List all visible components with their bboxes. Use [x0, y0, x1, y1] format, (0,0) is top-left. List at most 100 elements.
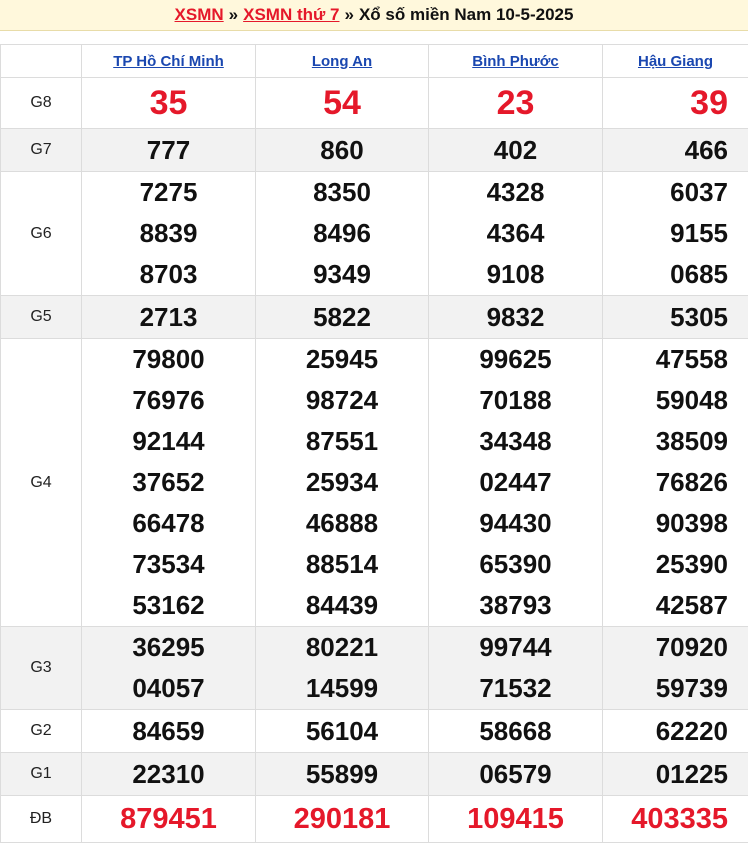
prize-cell: 47558 59048 38509 76826 90398 25390 42587: [602, 338, 748, 627]
prize-cell: 7275 8839 8703: [81, 171, 256, 296]
prize-cell: 35: [81, 77, 256, 129]
prize-number: 76976: [132, 385, 205, 415]
prize-number: 73534: [132, 549, 205, 579]
prize-number: 23: [496, 84, 535, 122]
header-corner-cell: [0, 44, 82, 78]
prize-cell: 70920 59739: [602, 626, 748, 710]
prize-number: 25945: [305, 344, 379, 374]
prize-cell: 39: [602, 77, 748, 129]
prize-row-g5: G5 2713 5822 9832 5305: [0, 295, 748, 339]
prize-number: 860: [320, 135, 364, 165]
xsmn-link[interactable]: XSMN: [175, 5, 224, 25]
prize-number: 290181: [293, 803, 391, 835]
prize-table-body: G8 35 54 23 39 G7 777 860 402 466 G6 7275 8839 8703 83…: [0, 77, 748, 843]
prize-number: 402: [493, 135, 538, 165]
prize-cell: 2713: [81, 295, 256, 339]
prize-number: 04057: [132, 673, 205, 703]
prize-number: 9349: [313, 259, 371, 289]
prize-cell: 62220: [602, 709, 748, 753]
prize-number: 109415: [467, 803, 564, 835]
prize-number: 4328: [486, 177, 545, 207]
prize-number: 98724: [305, 385, 379, 415]
prize-number: 62220: [655, 716, 728, 746]
prize-number: 9155: [670, 218, 728, 248]
prize-number: 79800: [132, 344, 205, 374]
prize-row-g1: G1 22310 55899 06579 01225: [0, 752, 748, 796]
prize-number: 39: [690, 84, 728, 122]
prize-number: 84659: [132, 716, 205, 746]
prize-number: 02447: [479, 467, 552, 497]
prize-number: 0685: [670, 259, 728, 289]
province-link-long-an[interactable]: Long An: [312, 53, 372, 70]
prize-number: 9108: [486, 259, 545, 289]
prize-cell: 36295 04057: [81, 626, 256, 710]
prize-cell: 4328 4364 9108: [428, 171, 603, 296]
prize-number: 06579: [479, 759, 552, 789]
prize-number: 70920: [655, 632, 728, 662]
prize-number: 9832: [486, 302, 545, 332]
prize-number: 54: [323, 84, 361, 122]
prize-number: 38793: [479, 590, 552, 620]
province-header-row: TP Hồ Chí Minh Long An Bình Phước Hậu Gi…: [0, 44, 748, 78]
prize-number: 25390: [655, 549, 728, 579]
prize-number: 25934: [305, 467, 379, 497]
prize-cell: 25945 98724 87551 25934 46888 88514 84439: [255, 338, 429, 627]
prize-cell: 290181: [255, 795, 429, 843]
prize-number: 38509: [655, 426, 728, 456]
prize-number: 99744: [479, 632, 552, 662]
prize-cell: 879451: [81, 795, 256, 843]
prize-number: 7275: [139, 177, 198, 207]
prize-label: G4: [0, 338, 82, 627]
prize-cell: 54: [255, 77, 429, 129]
prize-number: 47558: [655, 344, 728, 374]
province-link-hcm[interactable]: TP Hồ Chí Minh: [113, 53, 224, 70]
breadcrumb-separator: »: [228, 5, 239, 24]
prize-number: 90398: [655, 508, 728, 538]
province-header: TP Hồ Chí Minh: [81, 44, 256, 78]
prize-cell: 01225: [602, 752, 748, 796]
prize-number: 8839: [139, 218, 198, 248]
province-header: Hậu Giang: [602, 44, 748, 78]
prize-number: 56104: [305, 716, 379, 746]
prize-cell: 22310: [81, 752, 256, 796]
prize-number: 92144: [132, 426, 205, 456]
prize-label: G1: [0, 752, 82, 796]
prize-cell: 23: [428, 77, 603, 129]
prize-row-g8: G8 35 54 23 39: [0, 77, 748, 129]
prize-number: 6037: [670, 177, 728, 207]
prize-number: 70188: [479, 385, 552, 415]
prize-label: G3: [0, 626, 82, 710]
prize-label: ĐB: [0, 795, 82, 843]
prize-number: 46888: [305, 508, 379, 538]
prize-number: 71532: [479, 673, 552, 703]
prize-number: 34348: [479, 426, 552, 456]
prize-number: 35: [149, 84, 188, 122]
prize-number: 59739: [655, 673, 728, 703]
prize-label: G7: [0, 128, 82, 172]
prize-cell: 109415: [428, 795, 603, 843]
breadcrumb-separator: »: [344, 5, 354, 24]
prize-cell: 5822: [255, 295, 429, 339]
lottery-results-table: TP Hồ Chí Minh Long An Bình Phước Hậu Gi…: [0, 44, 748, 843]
prize-cell: 99744 71532: [428, 626, 603, 710]
xsmn-saturday-link[interactable]: XSMN thứ 7: [243, 5, 339, 25]
prize-cell: 6037 9155 0685: [602, 171, 748, 296]
prize-cell: 99625 70188 34348 02447 94430 65390 38793: [428, 338, 603, 627]
prize-number: 879451: [120, 803, 217, 835]
prize-cell: 9832: [428, 295, 603, 339]
prize-label: G5: [0, 295, 82, 339]
province-header: Bình Phước: [428, 44, 603, 78]
prize-number: 36295: [132, 632, 205, 662]
province-link-binh-phuoc[interactable]: Bình Phước: [472, 53, 559, 70]
prize-number: 2713: [139, 302, 198, 332]
prize-row-g7: G7 777 860 402 466: [0, 128, 748, 172]
province-link-hau-giang[interactable]: Hậu Giang: [638, 53, 713, 70]
prize-cell: 777: [81, 128, 256, 172]
prize-number: 65390: [479, 549, 552, 579]
prize-cell: 79800 76976 92144 37652 66478 73534 53162: [81, 338, 256, 627]
prize-number: 88514: [305, 549, 379, 579]
prize-number: 01225: [655, 759, 728, 789]
prize-number: 37652: [132, 467, 205, 497]
prize-label: G6: [0, 171, 82, 296]
prize-cell: 402: [428, 128, 603, 172]
